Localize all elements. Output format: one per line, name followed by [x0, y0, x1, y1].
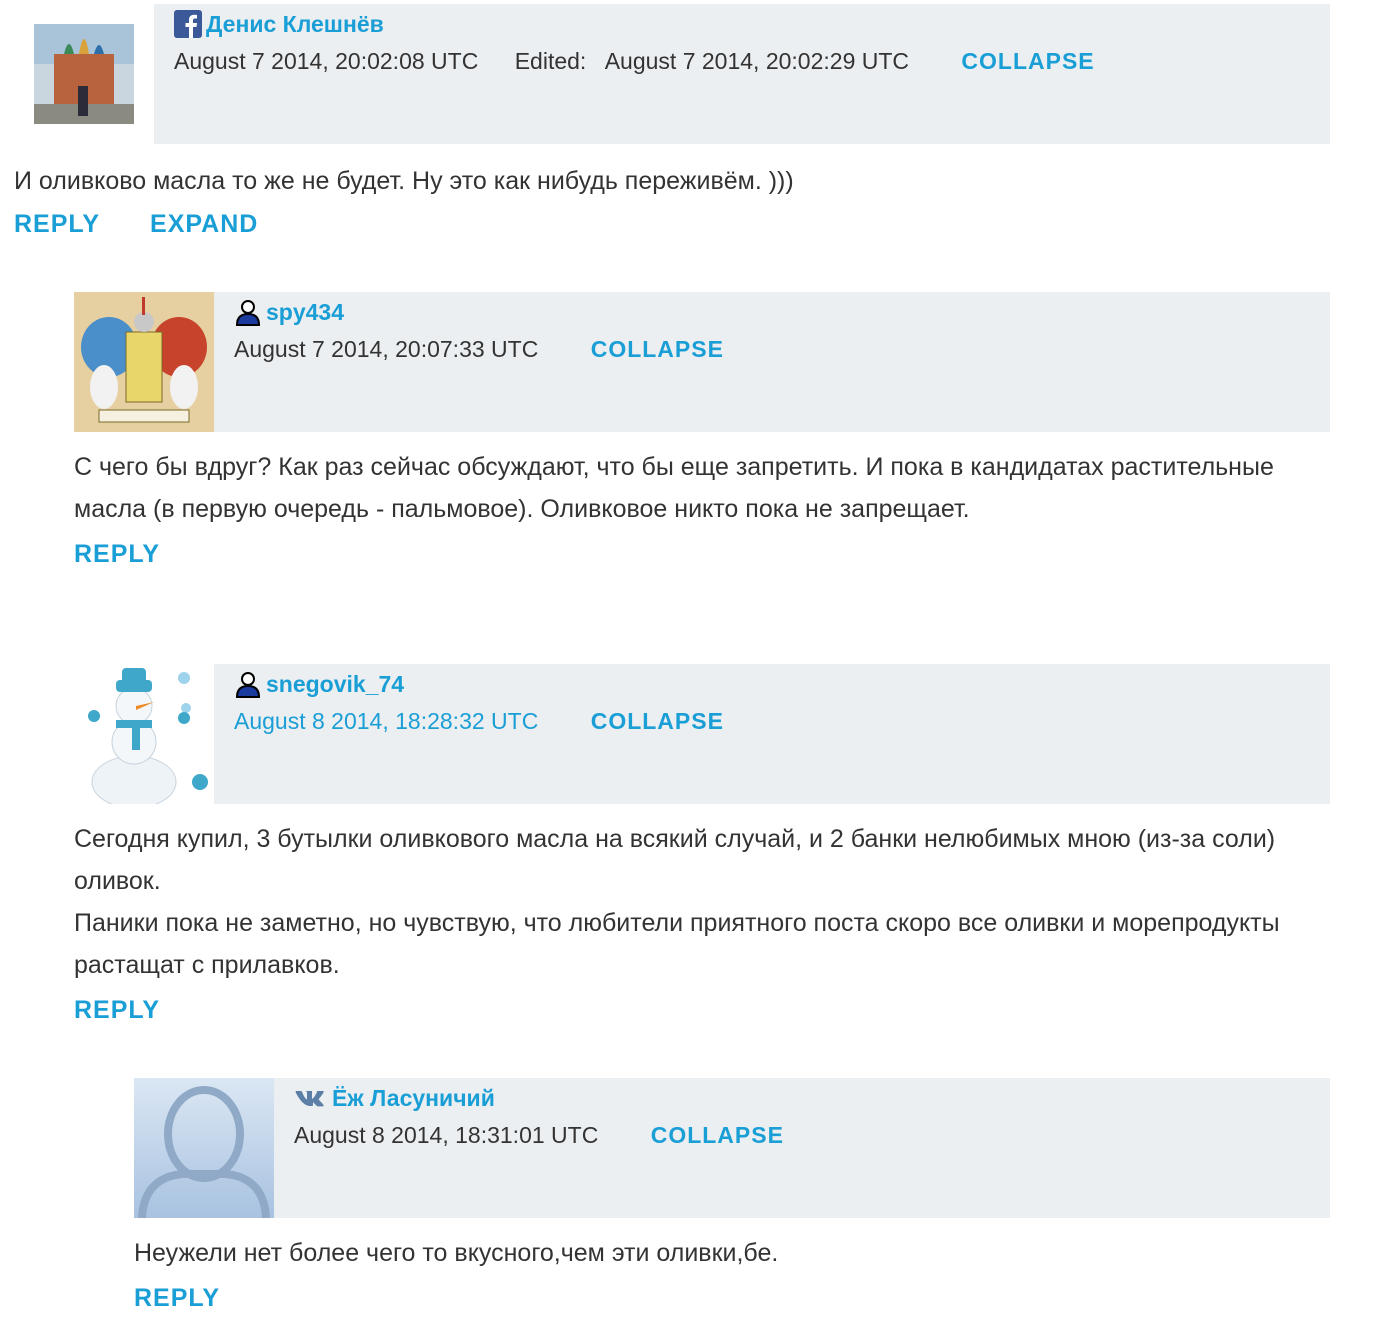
comment: spy434 August 7 2014, 20:07:33 UTC COLLA…: [74, 292, 1330, 569]
comment-header: Денис Клешнёв August 7 2014, 20:02:08 UT…: [14, 4, 1330, 144]
comment-date: August 7 2014, 20:07:33 UTC: [234, 336, 539, 362]
avatar[interactable]: [74, 664, 214, 804]
author-line: Ёж Ласуничий: [294, 1084, 495, 1112]
avatar[interactable]: [14, 4, 154, 144]
reply-link[interactable]: REPLY: [74, 996, 160, 1024]
author-line: Денис Клешнёв: [174, 10, 384, 39]
comment-actions: REPLY: [74, 540, 1330, 569]
comment-date: August 7 2014, 20:02:08 UTC: [174, 48, 479, 74]
collapse-link[interactable]: COLLAPSE: [591, 708, 724, 735]
user-icon: [234, 670, 262, 698]
comment-text-line: Паники пока не заметно, но чувствую, что…: [74, 909, 1280, 979]
author-line: spy434: [234, 298, 344, 326]
comment-date-link[interactable]: August 8 2014, 18:28:32 UTC: [234, 708, 538, 735]
comment: Ёж Ласуничий August 8 2014, 18:31:01 UTC…: [134, 1078, 1330, 1313]
author-name[interactable]: snegovik_74: [266, 671, 404, 698]
comment-header: snegovik_74 August 8 2014, 18:28:32 UTC …: [74, 664, 1330, 804]
reply-link[interactable]: REPLY: [74, 540, 160, 568]
collapse-link[interactable]: COLLAPSE: [651, 1122, 784, 1149]
comment-date: August 8 2014, 18:31:01 UTC: [294, 1122, 599, 1148]
author-name[interactable]: Ёж Ласуничий: [332, 1085, 495, 1112]
comment-text: Сегодня купил, 3 бутылки оливкового масл…: [74, 818, 1330, 986]
comment-header: Ёж Ласуничий August 8 2014, 18:31:01 UTC…: [134, 1078, 1330, 1218]
author-name[interactable]: spy434: [266, 299, 344, 326]
facebook-icon: [174, 10, 202, 39]
reply-link[interactable]: REPLY: [134, 1284, 220, 1312]
collapse-link[interactable]: COLLAPSE: [591, 336, 724, 363]
edited-label: Edited:: [514, 48, 587, 74]
date-line: August 8 2014, 18:28:32 UTC COLLAPSE: [234, 708, 724, 735]
comment-header: spy434 August 7 2014, 20:07:33 UTC COLLA…: [74, 292, 1330, 432]
comment-text: Неужели нет более чего то вкусного,чем э…: [134, 1239, 779, 1267]
collapse-link[interactable]: COLLAPSE: [961, 48, 1094, 75]
expand-link[interactable]: EXPAND: [150, 210, 258, 238]
comment-actions: REPLY EXPAND: [14, 210, 1330, 239]
vk-icon: [294, 1084, 328, 1112]
avatar[interactable]: [74, 292, 214, 432]
date-line: August 7 2014, 20:07:33 UTC COLLAPSE: [234, 336, 724, 363]
author-line: snegovik_74: [234, 670, 404, 698]
edited-date: August 7 2014, 20:02:29 UTC: [604, 48, 910, 74]
comment: Денис Клешнёв August 7 2014, 20:02:08 UT…: [14, 4, 1330, 239]
avatar[interactable]: [134, 1078, 274, 1218]
date-line: August 8 2014, 18:31:01 UTC COLLAPSE: [294, 1122, 784, 1149]
reply-link[interactable]: REPLY: [14, 210, 100, 238]
comment-actions: REPLY: [74, 996, 1330, 1025]
comment-actions: REPLY: [134, 1284, 1330, 1313]
user-icon: [234, 298, 262, 326]
author-name[interactable]: Денис Клешнёв: [206, 11, 384, 38]
comment: snegovik_74 August 8 2014, 18:28:32 UTC …: [74, 664, 1330, 1025]
comment-text: И оливково масла то же не будет. Ну это …: [14, 167, 794, 195]
comment-text: С чего бы вдруг? Как раз сейчас обсуждаю…: [74, 453, 1274, 523]
comment-text-line: Сегодня купил, 3 бутылки оливкового масл…: [74, 825, 1276, 895]
date-line: August 7 2014, 20:02:08 UTC Edited: Augu…: [174, 48, 1095, 75]
